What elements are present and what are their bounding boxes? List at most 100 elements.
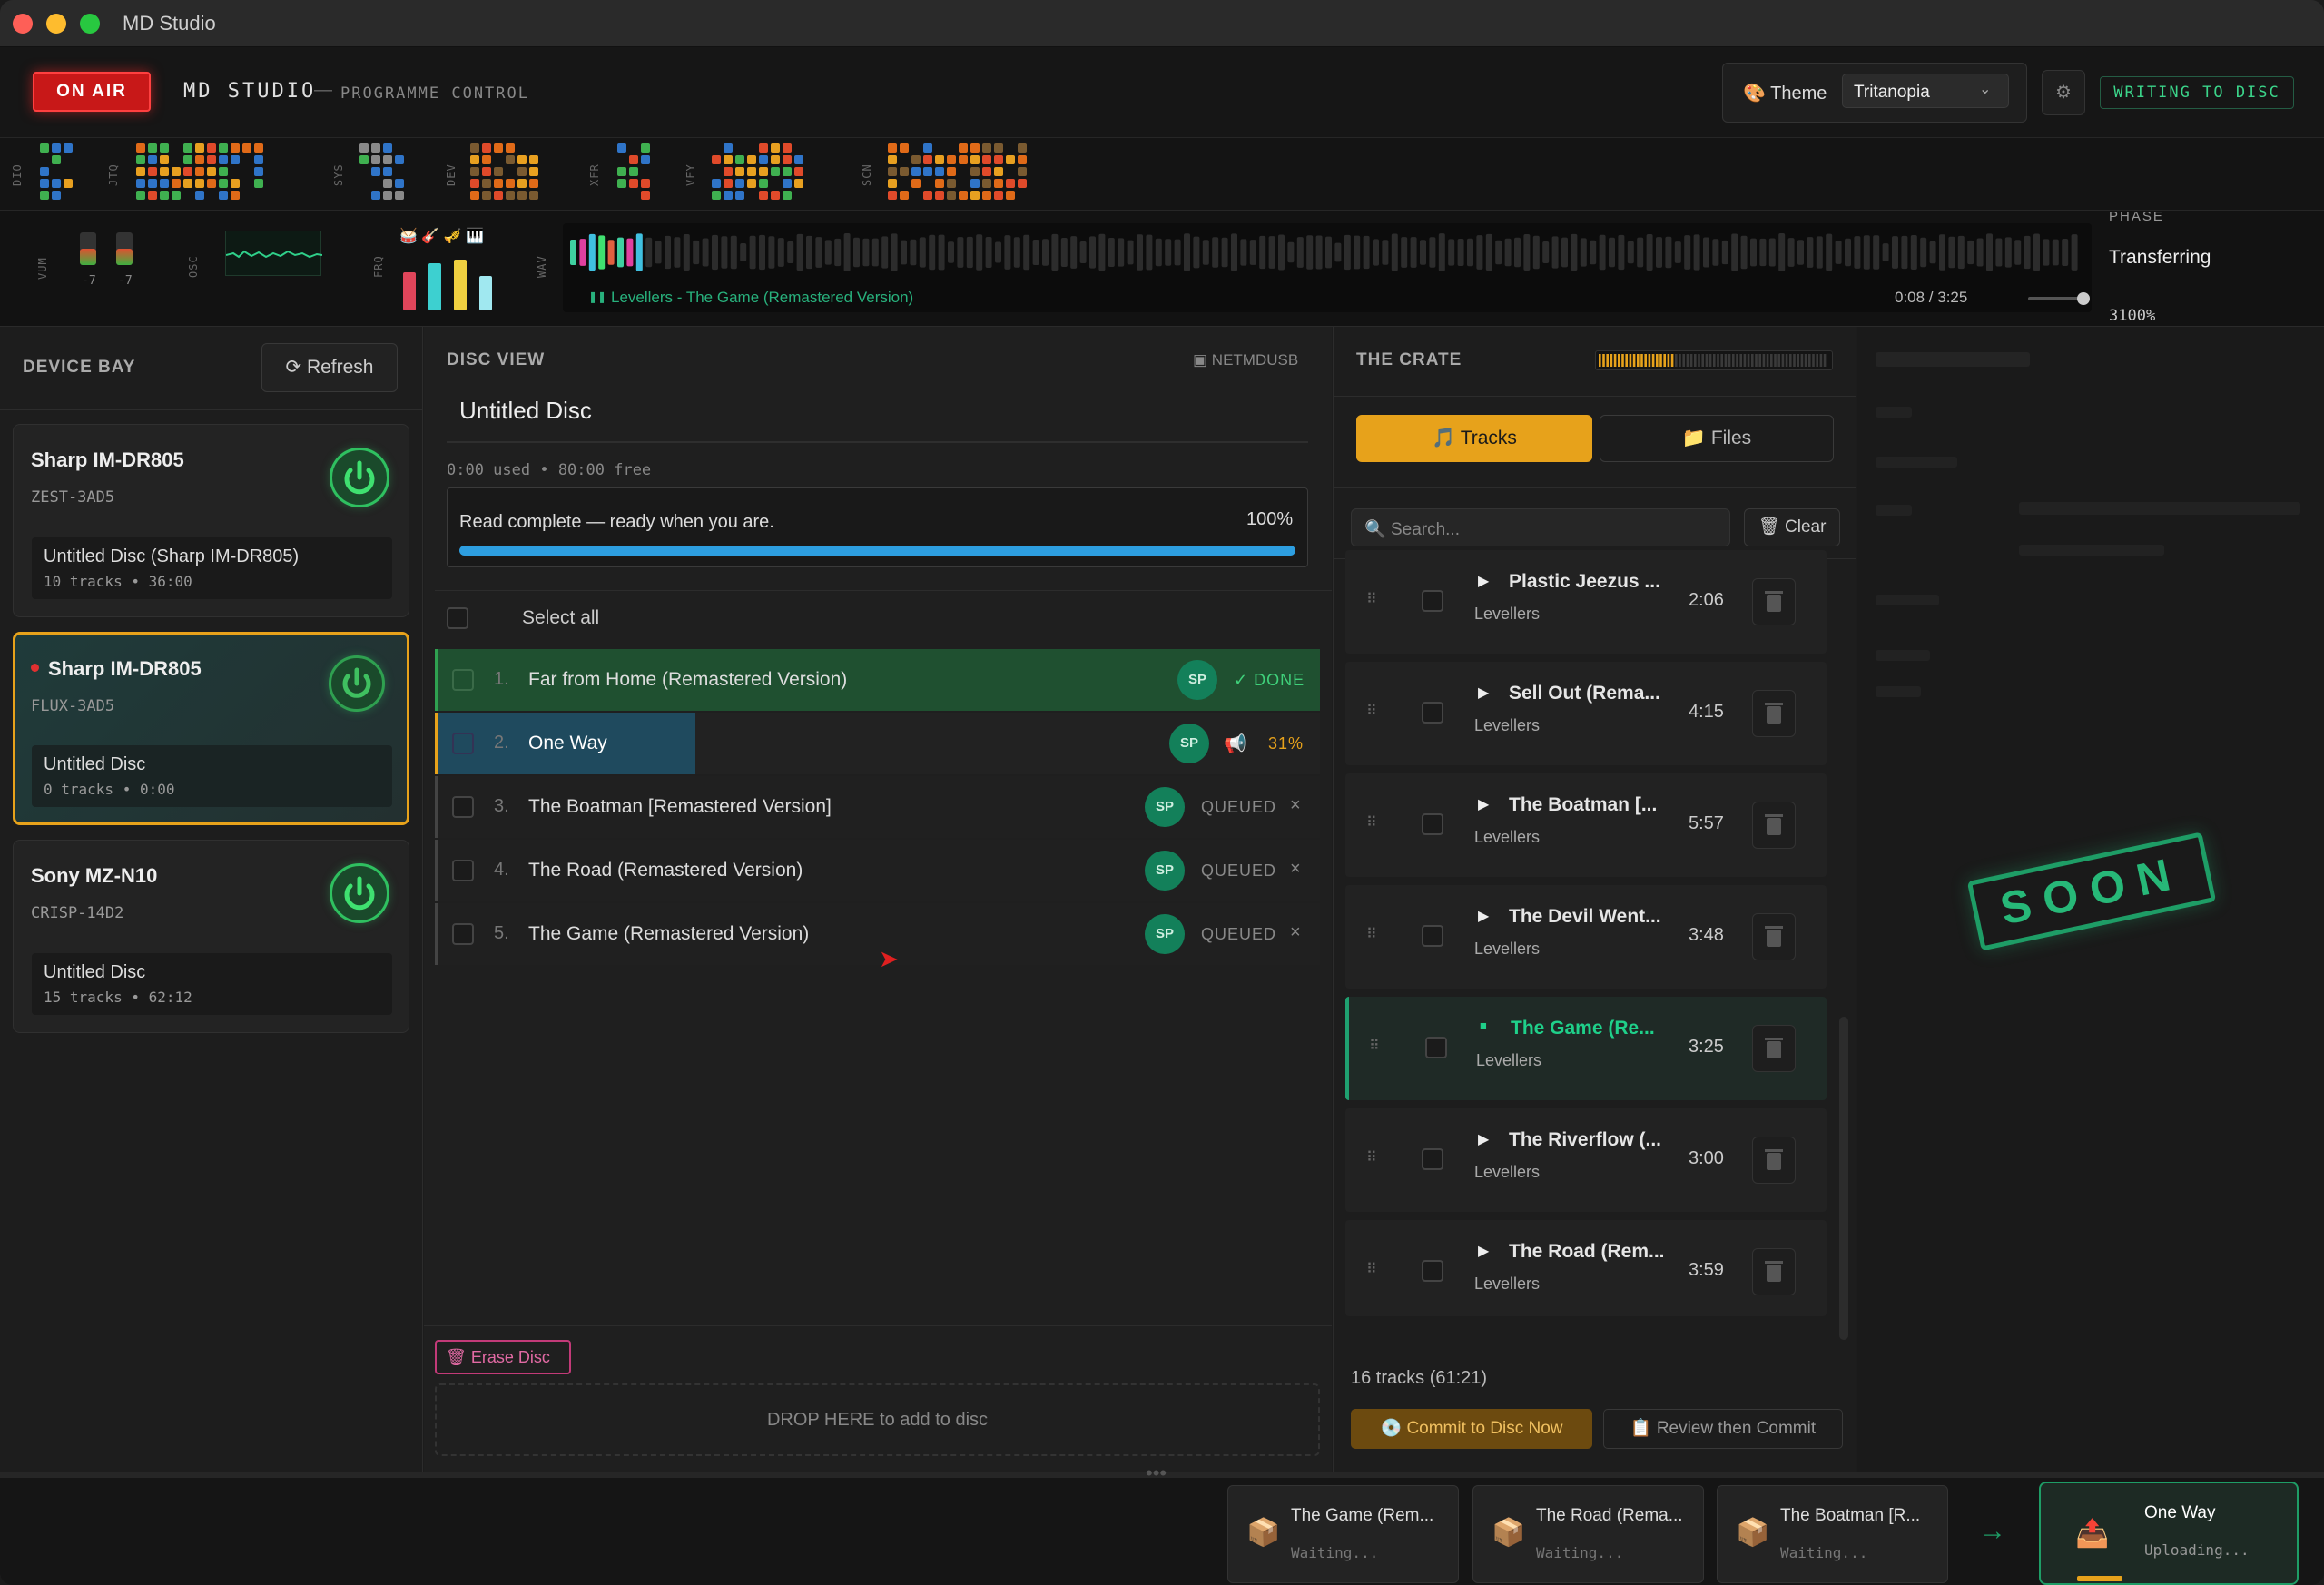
grid-cell (735, 167, 744, 176)
stop-icon[interactable]: ■ (1480, 1019, 1487, 1032)
crate-item-checkbox[interactable] (1422, 702, 1443, 724)
crate-item-playing[interactable]: ⠿ ■ The Game (Re... Levellers 3:25 (1345, 997, 1827, 1100)
remove-track-button[interactable]: × (1290, 795, 1301, 816)
track-status: ✓ DONE (1234, 671, 1305, 689)
grid-cell (183, 155, 192, 164)
crate-item-checkbox[interactable] (1422, 1148, 1443, 1170)
waveform-bar (1768, 238, 1776, 267)
power-button[interactable] (330, 448, 389, 507)
delete-item-button[interactable] (1752, 1137, 1796, 1184)
playback-timecode: 0:08 / 3:25 (1895, 289, 1968, 306)
play-icon[interactable]: ▶ (1478, 1242, 1489, 1260)
capacity-segment (1659, 354, 1662, 367)
delete-item-button[interactable] (1752, 1248, 1796, 1295)
drag-handle-icon[interactable]: ⠿ (1366, 590, 1377, 608)
zoom-window-button[interactable] (80, 14, 100, 34)
play-icon[interactable]: ▶ (1478, 795, 1489, 813)
track-row[interactable]: 5. The Game (Remastered Version) SP QUEU… (435, 903, 1320, 965)
waveform-bar (1296, 237, 1304, 268)
drag-handle-icon[interactable]: ⠿ (1366, 813, 1377, 832)
crate-item[interactable]: ⠿ ▶ The Devil Went... Levellers 3:48 (1345, 885, 1827, 989)
play-icon[interactable]: ▶ (1478, 907, 1489, 925)
delete-item-button[interactable] (1752, 913, 1796, 960)
grid-cell (371, 143, 380, 153)
track-row[interactable]: 1. Far from Home (Remastered Version) SP… (435, 649, 1320, 711)
drag-handle-icon[interactable]: ⠿ (1366, 1148, 1377, 1167)
resize-grip-icon[interactable]: ••• (1146, 1462, 1167, 1485)
crate-item-checkbox[interactable] (1422, 590, 1443, 612)
crate-item[interactable]: ⠿ ▶ The Riverflow (... Levellers 3:00 (1345, 1108, 1827, 1212)
grid-cell (947, 167, 956, 176)
commit-button[interactable]: 💿 Commit to Disc Now (1351, 1409, 1592, 1449)
remove-track-button[interactable]: × (1290, 859, 1301, 880)
track-checkbox[interactable] (452, 669, 474, 691)
remove-track-button[interactable]: × (1290, 922, 1301, 943)
erase-disc-button[interactable]: 🗑 Erase Disc (435, 1340, 571, 1374)
device-card[interactable]: Sony MZ-N10 CRISP-14D2 Untitled Disc 15 … (13, 840, 409, 1033)
tab-files[interactable]: 📁 Files (1600, 415, 1834, 462)
drag-handle-icon[interactable]: ⠿ (1366, 1260, 1377, 1278)
drop-zone[interactable]: DROP HERE to add to disc (435, 1383, 1320, 1456)
trash-icon (1765, 591, 1783, 612)
power-button[interactable] (330, 863, 389, 923)
select-all-checkbox[interactable] (447, 607, 468, 629)
volume-slider[interactable] (2028, 292, 2090, 305)
track-row-active[interactable]: 2. One Way SP 📢 31% (435, 713, 1320, 774)
search-input[interactable]: 🔍 Search... (1351, 508, 1730, 546)
close-window-button[interactable] (13, 14, 33, 34)
queue-card[interactable]: 📦 The Boatman [R... Waiting... (1717, 1485, 1948, 1583)
crate-item[interactable]: ⠿ ▶ The Boatman [... Levellers 5:57 (1345, 773, 1827, 877)
track-row[interactable]: 3. The Boatman [Remastered Version] SP Q… (435, 776, 1320, 838)
waveform-bar (1750, 238, 1757, 267)
crate-item-checkbox[interactable] (1422, 813, 1443, 835)
waveform-bar (1882, 243, 1889, 261)
drag-handle-icon[interactable]: ⠿ (1366, 925, 1377, 943)
review-button[interactable]: 📋 Review then Commit (1603, 1409, 1843, 1449)
tab-tracks[interactable]: 🎵 Tracks (1356, 415, 1592, 462)
crate-item-checkbox[interactable] (1425, 1037, 1447, 1058)
queue-card[interactable]: 📦 The Game (Rem... Waiting... (1227, 1485, 1459, 1583)
track-checkbox[interactable] (452, 796, 474, 818)
crate-item-checkbox[interactable] (1422, 1260, 1443, 1282)
clear-button[interactable]: 🗑 Clear (1744, 508, 1840, 546)
grid-cell (383, 155, 392, 164)
grid-cell (1018, 143, 1027, 153)
track-checkbox[interactable] (452, 733, 474, 754)
power-button[interactable] (329, 655, 385, 712)
device-card[interactable]: Sharp IM-DR805 ZEST-3AD5 Untitled Disc (… (13, 424, 409, 617)
track-checkbox[interactable] (452, 860, 474, 881)
grid-cell (888, 179, 897, 188)
pause-icon[interactable]: ❚❚ (588, 290, 606, 303)
minimize-window-button[interactable] (46, 14, 66, 34)
device-card-selected[interactable]: Sharp IM-DR805 FLUX-3AD5 Untitled Disc 0… (13, 632, 409, 825)
play-icon[interactable]: ▶ (1478, 1130, 1489, 1148)
crate-item[interactable]: ⠿ ▶ Plastic Jeezus ... Levellers 2:06 (1345, 550, 1827, 654)
track-checkbox[interactable] (452, 923, 474, 945)
track-row[interactable]: 4. The Road (Remastered Version) SP QUEU… (435, 840, 1320, 901)
queue-card-active[interactable]: 📤 One Way Uploading... (2039, 1482, 2299, 1585)
play-icon[interactable]: ▶ (1478, 684, 1489, 702)
device-disc-summary: 0 tracks • 0:00 (44, 781, 175, 798)
capacity-segment (1602, 354, 1605, 367)
grid-cell (911, 155, 921, 164)
settings-button[interactable]: ⚙ (2042, 70, 2085, 115)
crate-item[interactable]: ⠿ ▶ The Road (Rem... Levellers 3:59 (1345, 1220, 1827, 1316)
drag-handle-icon[interactable]: ⠿ (1369, 1037, 1380, 1055)
delete-item-button[interactable] (1752, 1025, 1796, 1072)
crate-item[interactable]: ⠿ ▶ Sell Out (Rema... Levellers 4:15 (1345, 662, 1827, 765)
delete-item-button[interactable] (1752, 802, 1796, 849)
grid-cell (195, 191, 204, 200)
queue-card[interactable]: 📦 The Road (Rema... Waiting... (1472, 1485, 1704, 1583)
grid-cell (783, 179, 792, 188)
delete-item-button[interactable] (1752, 690, 1796, 737)
crate-scrollbar[interactable] (1839, 1017, 1848, 1340)
waveform-bar (2024, 235, 2031, 270)
grid-cell (994, 167, 1003, 176)
play-icon[interactable]: ▶ (1478, 572, 1489, 590)
delete-item-button[interactable] (1752, 578, 1796, 625)
refresh-button[interactable]: ⟳ Refresh (261, 343, 398, 392)
grid-cell (759, 143, 768, 153)
crate-item-checkbox[interactable] (1422, 925, 1443, 947)
disc-title[interactable]: Untitled Disc (459, 397, 592, 425)
drag-handle-icon[interactable]: ⠿ (1366, 702, 1377, 720)
